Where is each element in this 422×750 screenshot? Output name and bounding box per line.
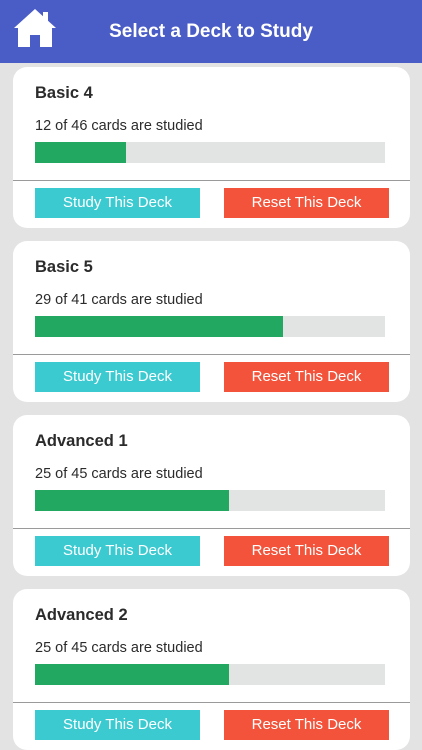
study-deck-button[interactable]: Study This Deck (35, 536, 200, 566)
deck-card-basic-5: Basic 5 29 of 41 cards are studied Study… (13, 241, 410, 402)
reset-deck-button[interactable]: Reset This Deck (224, 362, 389, 392)
progress-bar (35, 142, 385, 163)
reset-deck-button[interactable]: Reset This Deck (224, 710, 389, 740)
deck-card-basic-4: Basic 4 12 of 46 cards are studied Study… (13, 67, 410, 228)
home-button[interactable] (12, 7, 58, 49)
study-deck-button[interactable]: Study This Deck (35, 710, 200, 740)
progress-bar (35, 490, 385, 511)
deck-progress-text: 29 of 41 cards are studied (35, 292, 203, 308)
reset-deck-button[interactable]: Reset This Deck (224, 188, 389, 218)
progress-bar-fill (35, 316, 283, 337)
progress-bar (35, 664, 385, 685)
reset-deck-button[interactable]: Reset This Deck (224, 536, 389, 566)
card-divider (13, 702, 410, 703)
study-deck-button[interactable]: Study This Deck (35, 362, 200, 392)
card-divider (13, 180, 410, 181)
deck-name: Advanced 1 (35, 432, 128, 450)
app-header: Select a Deck to Study (0, 0, 422, 63)
deck-progress-text: 25 of 45 cards are studied (35, 640, 203, 656)
page-title: Select a Deck to Study (109, 21, 313, 42)
deck-card-advanced-2: Advanced 2 25 of 45 cards are studied St… (13, 589, 410, 750)
deck-progress-text: 25 of 45 cards are studied (35, 466, 203, 482)
deck-progress-text: 12 of 46 cards are studied (35, 118, 203, 134)
study-deck-button[interactable]: Study This Deck (35, 188, 200, 218)
progress-bar-fill (35, 142, 127, 163)
progress-bar (35, 316, 385, 337)
card-divider (13, 354, 410, 355)
deck-card-advanced-1: Advanced 1 25 of 45 cards are studied St… (13, 415, 410, 576)
deck-name: Basic 4 (35, 84, 93, 102)
card-divider (13, 528, 410, 529)
progress-bar-fill (35, 664, 230, 685)
progress-bar-fill (35, 490, 230, 511)
deck-name: Advanced 2 (35, 606, 128, 624)
home-icon (12, 7, 58, 49)
deck-name: Basic 5 (35, 258, 93, 276)
